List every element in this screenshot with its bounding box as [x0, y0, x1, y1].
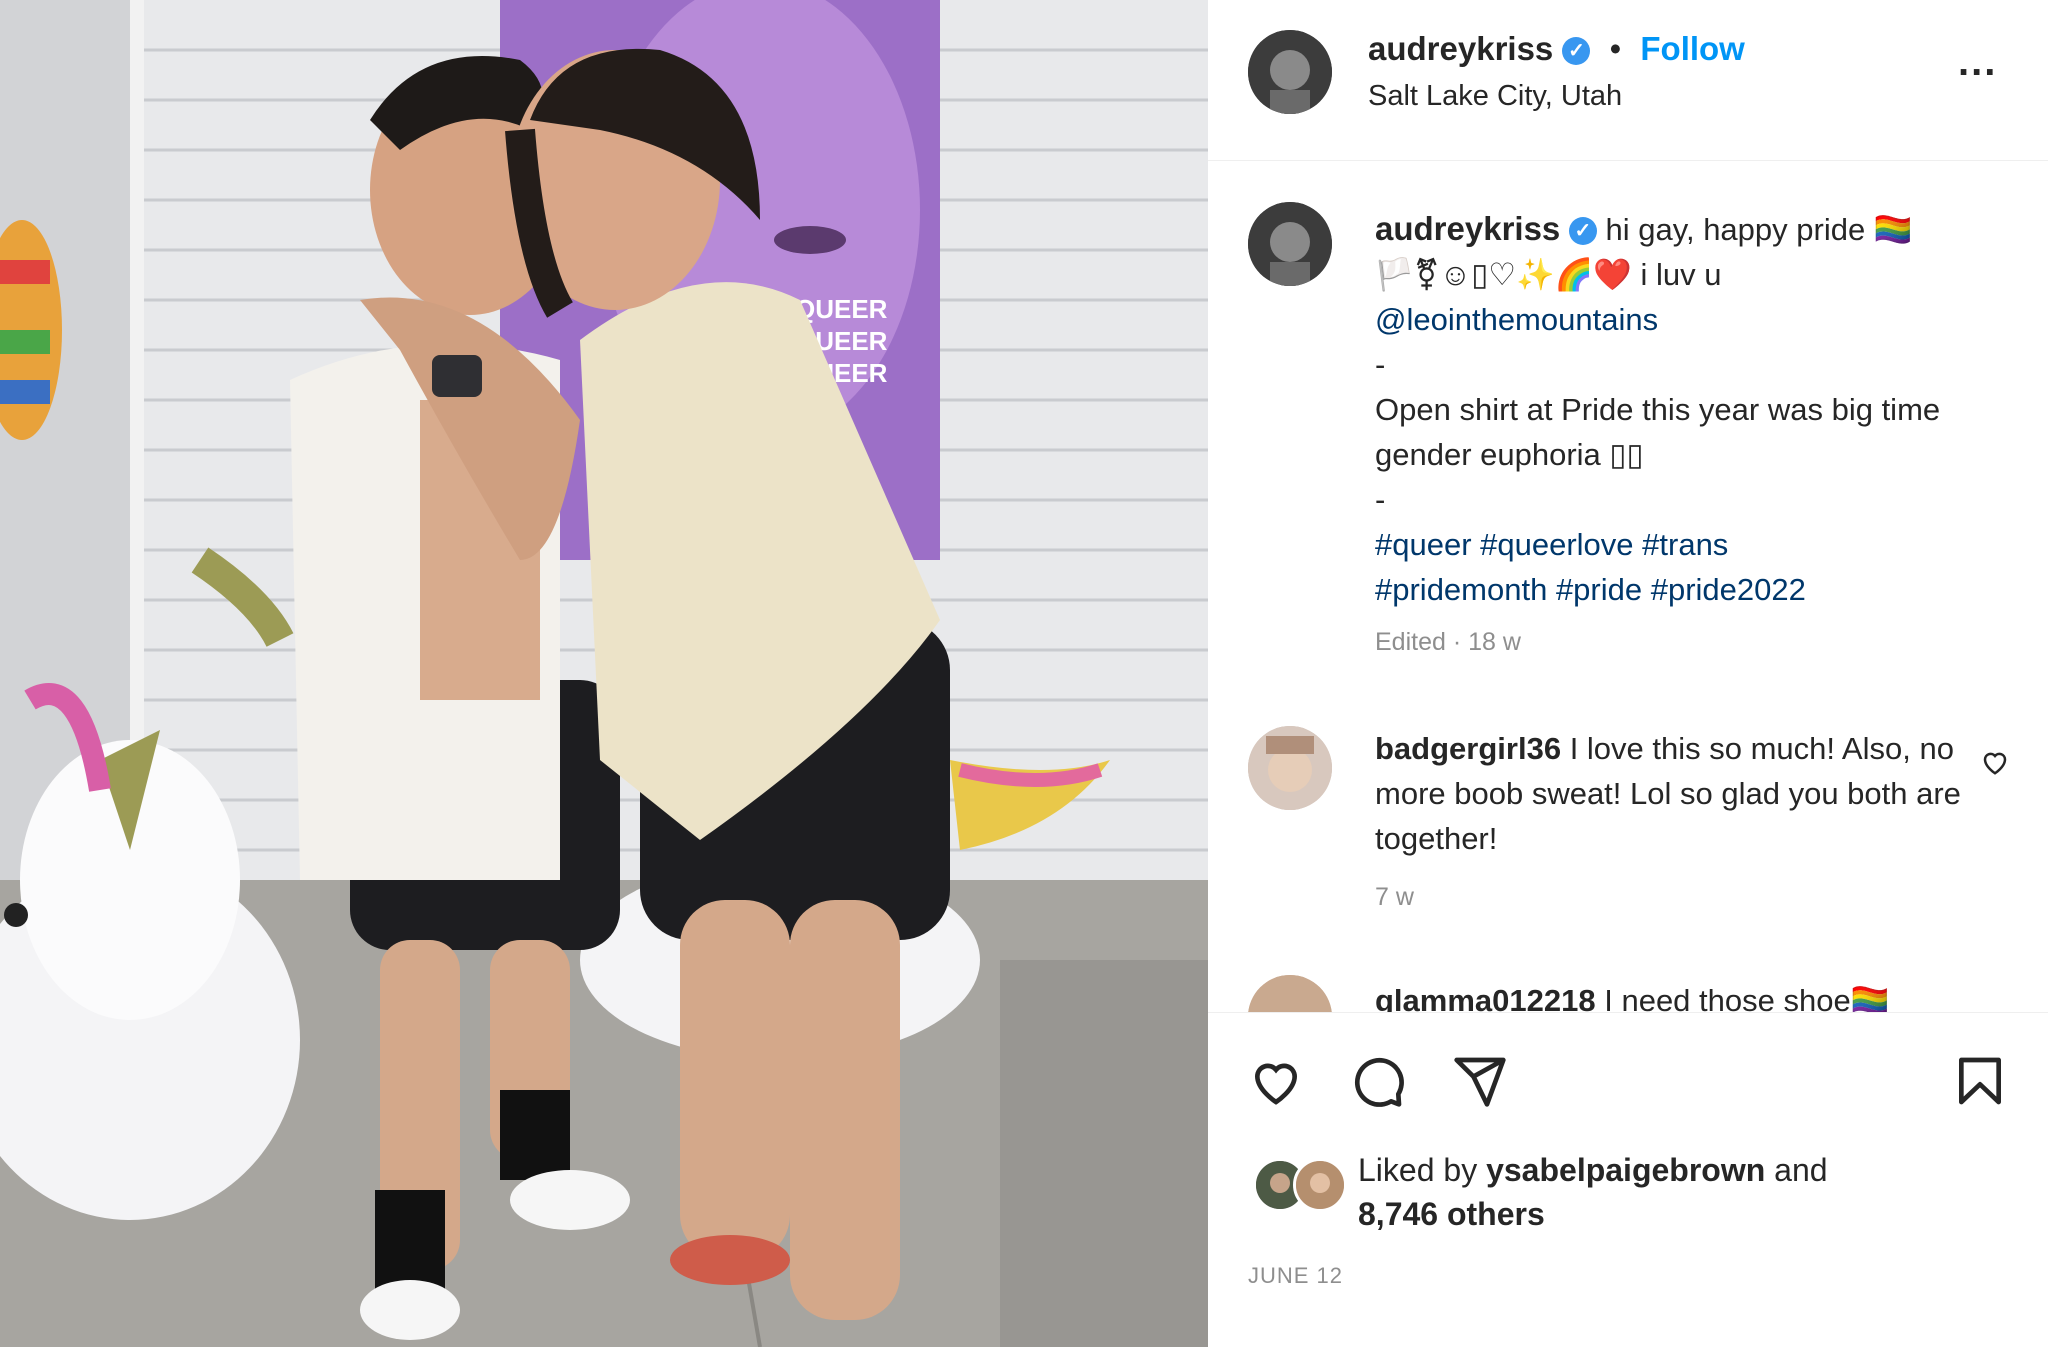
comment-item-2: glamma012218 I need those shoe🏳️‍🌈 — [1375, 978, 1975, 1012]
caption-emoji-line: 🏳️⚧☺▯♡✨🌈❤️ i luv u — [1375, 257, 1722, 292]
header-separator: • — [1609, 30, 1622, 67]
comment-avatar-2[interactable] — [1248, 975, 1332, 1012]
caption-avatar[interactable] — [1248, 202, 1332, 286]
comment-text-2: I need those shoe🏳️‍🌈 — [1604, 983, 1890, 1012]
post-image: QUEER QUEER QUEER — [0, 0, 1208, 1347]
caption-body: Open shirt at Pride this year was big ti… — [1375, 392, 1941, 472]
author-username[interactable]: audreykriss — [1368, 30, 1553, 67]
likes-others[interactable]: 8,746 others — [1358, 1196, 1545, 1232]
comment-age: 7 w — [1375, 883, 1414, 911]
likes-prefix: Liked by — [1358, 1152, 1478, 1188]
header-line: audreykriss ✓ • Follow — [1368, 30, 1745, 68]
likes-and: and — [1774, 1152, 1828, 1188]
caption-text: audreykriss ✓ hi gay, happy pride 🏳️‍🌈 🏳… — [1375, 206, 1995, 665]
comment-username[interactable]: badgergirl36 — [1375, 731, 1561, 766]
post-header: audreykriss ✓ • Follow Salt Lake City, U… — [1208, 0, 2048, 161]
follow-button[interactable]: Follow — [1640, 30, 1744, 67]
comment-username-2[interactable]: glamma012218 — [1375, 983, 1596, 1012]
verified-badge-icon: ✓ — [1562, 37, 1591, 65]
likes-summary: Liked by ysabelpaigebrown and 8,746 othe… — [1358, 1148, 1828, 1236]
caption-username[interactable]: audreykriss — [1375, 210, 1560, 247]
share-icon[interactable] — [1452, 1053, 1508, 1109]
caption-mention[interactable]: @leointhemountains — [1375, 297, 1995, 342]
heart-icon[interactable] — [1248, 1053, 1304, 1109]
more-options-icon[interactable]: ... — [1958, 40, 1997, 85]
bookmark-icon[interactable] — [1952, 1053, 2008, 1109]
caption-and-comments[interactable]: audreykriss ✓ hi gay, happy pride 🏳️‍🌈 🏳… — [1208, 160, 2048, 1012]
comment-avatar[interactable] — [1248, 726, 1332, 810]
post-location[interactable]: Salt Lake City, Utah — [1368, 80, 1622, 113]
commenter-avatar-image-2 — [1248, 975, 1332, 1012]
banner-text-1: QUEER — [795, 294, 888, 324]
liker-avatar-image-2 — [1296, 1161, 1344, 1209]
caption-dash-1: - — [1375, 347, 1386, 382]
caption-avatar-image — [1248, 202, 1332, 286]
comment-icon[interactable] — [1350, 1053, 1406, 1109]
caption-meta: Edited · 18 w — [1375, 628, 1521, 656]
caption-hashtags-1[interactable]: #queer #queerlove #trans — [1375, 522, 1995, 567]
caption-dash-2: - — [1375, 482, 1386, 517]
caption-first-line: hi gay, happy pride 🏳️‍🌈 — [1605, 212, 1913, 247]
author-avatar[interactable] — [1248, 30, 1332, 114]
post-actions: Liked by ysabelpaigebrown and 8,746 othe… — [1208, 1012, 2048, 1348]
caption-hashtags-2[interactable]: #pridemonth #pride #pride2022 — [1375, 567, 1995, 612]
post-side-panel: audreykriss ✓ • Follow Salt Lake City, U… — [1208, 0, 2048, 1347]
post-date[interactable]: JUNE 12 — [1248, 1263, 1343, 1289]
liker-avatar-2[interactable] — [1293, 1158, 1347, 1212]
post-photo[interactable]: QUEER QUEER QUEER — [0, 0, 1208, 1347]
comment-item: badgergirl36 I love this so much! Also, … — [1375, 726, 1975, 920]
caption-verified-badge-icon: ✓ — [1568, 217, 1597, 245]
comment-like-heart-icon[interactable] — [1980, 747, 2010, 777]
likes-user[interactable]: ysabelpaigebrown — [1486, 1152, 1765, 1188]
commenter-avatar-image — [1248, 726, 1332, 810]
author-avatar-image — [1248, 30, 1332, 114]
